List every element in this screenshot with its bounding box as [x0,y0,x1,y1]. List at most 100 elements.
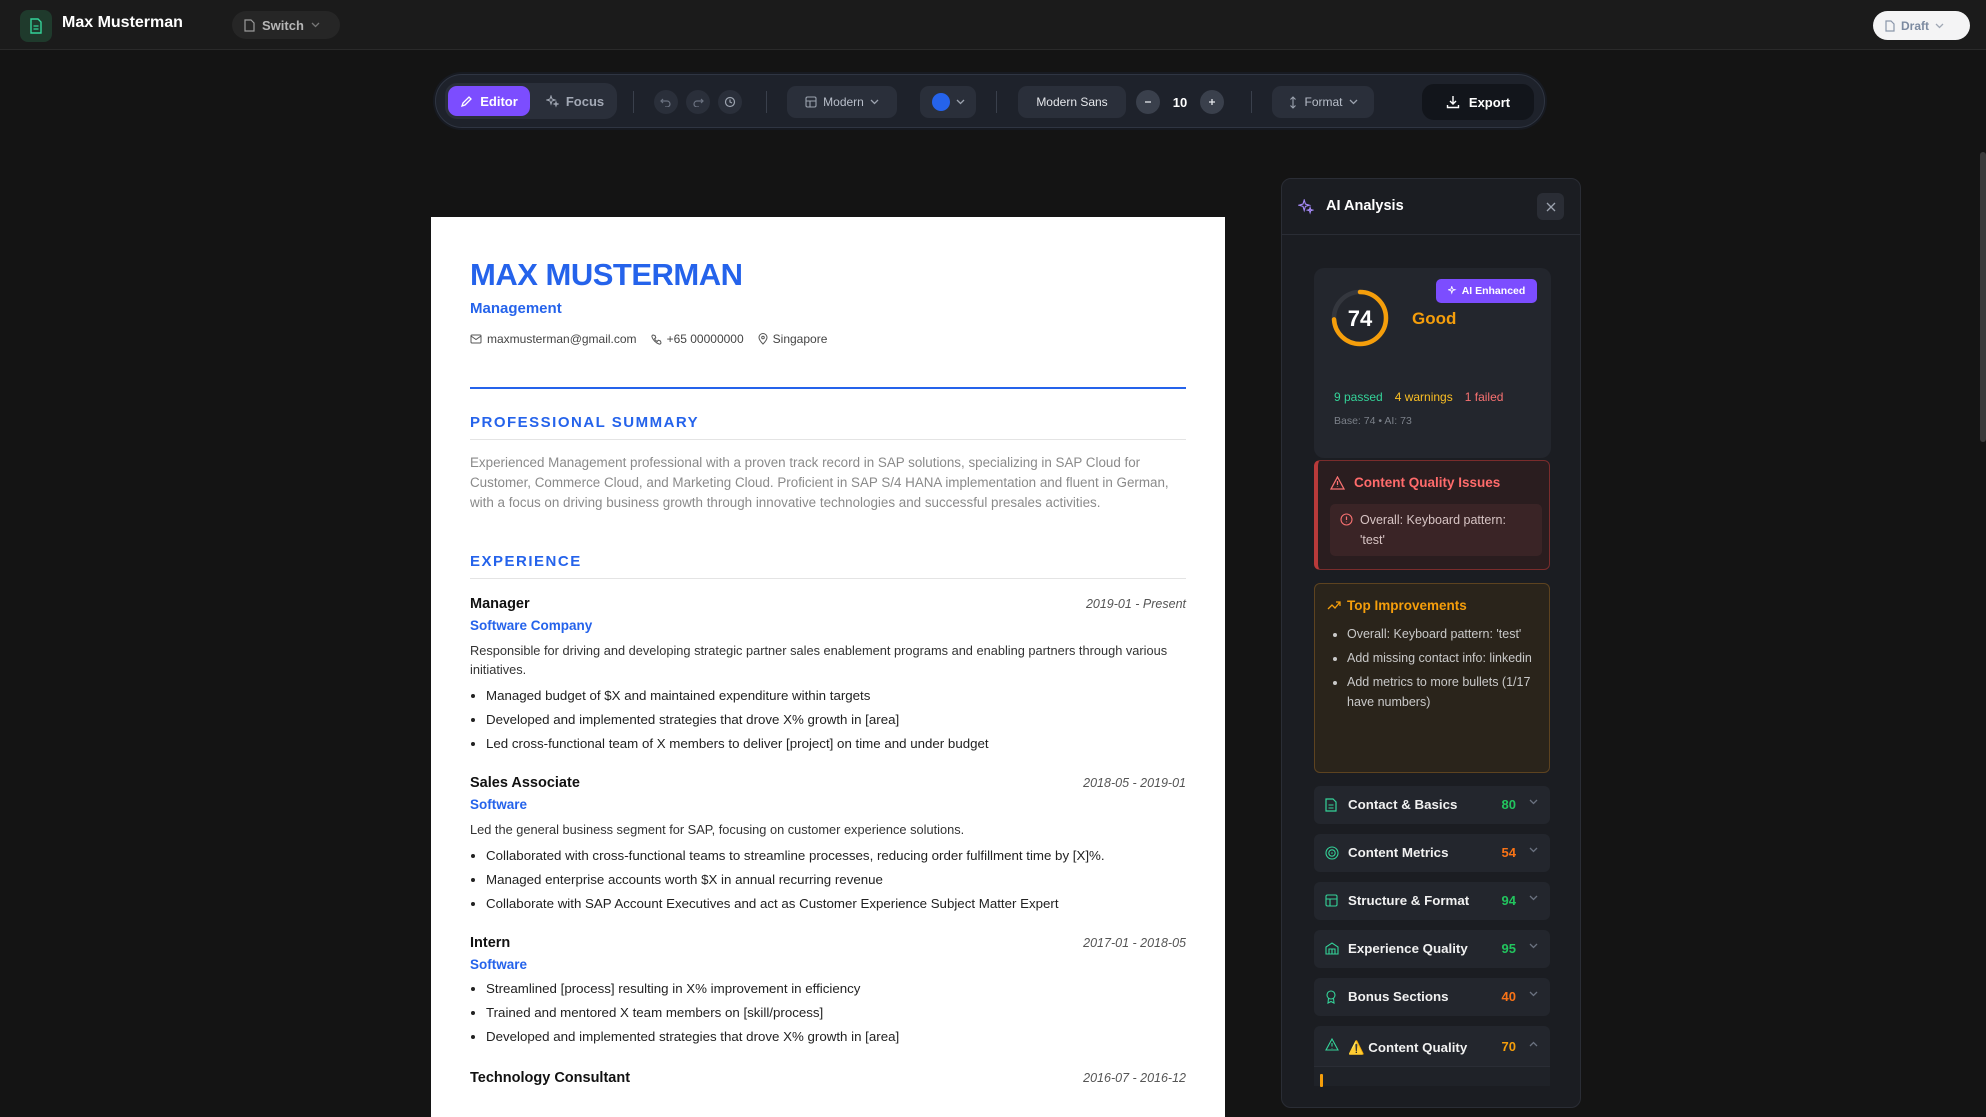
job-description: Responsible for driving and developing s… [470,643,1168,677]
chevron-down-icon [1529,991,1538,997]
mail-icon [470,334,482,344]
warning-triangle-icon [1325,1038,1339,1051]
accent-color-picker[interactable] [920,86,976,118]
summary-text[interactable]: Experienced Management professional with… [470,453,1186,513]
chevron-down-icon [870,99,879,105]
job-company: Software Company [470,618,593,633]
experience-entry[interactable]: Technology Consultant 2016-07 - 2016-12 [470,1070,1186,1086]
history-button[interactable] [718,90,742,114]
job-company: Software [470,797,528,812]
phone-text: +65 00000000 [666,332,744,346]
improvements-list: Overall: Keyboard pattern: 'test' Add mi… [1329,624,1539,716]
accent-color-swatch [931,93,950,111]
draft-status-button[interactable]: Draft [1873,11,1970,40]
resume-role[interactable]: Management [470,300,562,317]
issue-item[interactable]: Overall: Keyboard pattern: 'test' [1330,504,1542,556]
job-title: Technology Consultant [470,1070,631,1086]
job-bullet: Trained and mentored X team members on [… [486,1001,1186,1025]
ai-badge-label: AI Enhanced [1461,285,1526,297]
category-score: 40 [1501,989,1516,1004]
chevron-up-icon [1529,1041,1538,1047]
divider [766,91,767,113]
template-select[interactable]: Modern [787,86,897,118]
undo-button[interactable] [654,90,678,114]
category-label: Contact & Basics [1348,797,1458,812]
category-label: Bonus Sections [1348,989,1449,1004]
editor-toolbar: Editor Focus Modern Modern Sans 10 Forma… [435,74,1545,128]
warnings-count: 4 warnings [1394,390,1453,404]
category-score: 54 [1501,845,1516,860]
page-scrollbar[interactable] [1980,152,1986,442]
format-label: Format [1304,95,1343,109]
job-bullet: Developed and implemented strategies tha… [486,708,1186,732]
font-size-value[interactable]: 10 [1164,90,1196,114]
sparkles-icon [545,94,559,108]
font-size-increase-button[interactable] [1200,90,1224,114]
resume-title: Max Musterman [62,14,183,31]
document-icon [1325,798,1337,812]
score-card: 74 Good AI Enhanced 9 passed 4 warnings … [1314,268,1551,458]
contact-line: maxmusterman@gmail.com +65 00000000 Sing… [470,332,827,346]
issues-title: Content Quality Issues [1354,475,1501,490]
category-expanded-body [1314,1066,1550,1087]
category-score: 95 [1501,941,1516,956]
category-score: 94 [1501,893,1516,908]
switch-button[interactable]: Switch [232,11,340,39]
job-bullets: Managed budget of $X and maintained expe… [470,684,1186,756]
pencil-icon [461,95,473,107]
experience-entry[interactable]: Intern 2017-01 - 2018-05 Software Stream… [470,935,1186,1049]
job-bullets: Streamlined [process] resulting in X% im… [470,977,1186,1049]
divider [1251,91,1252,113]
job-description: Led the general business segment for SAP… [470,822,965,837]
score-rating: Good [1412,309,1457,328]
category-content-quality[interactable]: ⚠️ Content Quality 70 [1314,1026,1550,1087]
category-bonus-sections[interactable]: Bonus Sections 40 [1314,978,1550,1016]
minus-icon [1145,101,1151,103]
experience-entry[interactable]: Manager 2019-01 - Present Software Compa… [470,596,1186,756]
chevron-down-icon [1349,99,1357,105]
content-quality-issues-card: Content Quality Issues Overall: Keyboard… [1314,460,1550,570]
format-menu[interactable]: Format [1272,86,1374,118]
experience-entry[interactable]: Sales Associate 2018-05 - 2019-01 Softwa… [470,775,1186,916]
divider [633,91,634,113]
job-bullet: Streamlined [process] resulting in X% im… [486,977,1186,1001]
top-bar: Max Musterman Switch Draft [0,0,1986,50]
category-contact-basics[interactable]: Contact & Basics 80 [1314,786,1550,824]
focus-mode-button[interactable]: Focus [537,86,613,116]
category-content-metrics[interactable]: Content Metrics 54 [1314,834,1550,872]
building-icon [1325,942,1339,955]
resume-page[interactable]: MAX MUSTERMAN Management maxmusterman@gm… [431,217,1225,1117]
history-icon [724,96,736,108]
accent-marker [1320,1074,1323,1087]
trending-up-icon [1327,601,1341,610]
category-label: ⚠️ Content Quality [1348,1040,1468,1055]
editor-mode-button[interactable]: Editor [448,86,530,116]
job-bullet: Managed enterprise accounts worth $X in … [486,868,1186,892]
sparkles-icon [1298,199,1314,215]
award-icon [1326,990,1336,1004]
export-button[interactable]: Export [1422,84,1534,120]
font-family-select[interactable]: Modern Sans [1018,86,1126,118]
resume-name[interactable]: MAX MUSTERMAN [470,257,743,293]
job-dates: 2018-05 - 2019-01 [1083,776,1186,790]
contact-email[interactable]: maxmusterman@gmail.com [470,332,637,346]
contact-location[interactable]: Singapore [758,332,827,346]
job-bullet: Managed budget of $X and maintained expe… [486,684,1186,708]
target-icon [1325,846,1339,860]
top-improvements-card: Top Improvements Overall: Keyboard patte… [1314,583,1550,773]
ai-analysis-panel: AI Analysis 74 Good AI Enhanced 9 passed… [1281,178,1581,1108]
contact-phone[interactable]: +65 00000000 [650,332,744,346]
editor-mode-label: Editor [480,93,518,109]
job-title: Intern [470,935,511,951]
redo-button[interactable] [686,90,710,114]
layout-icon [1325,894,1338,907]
close-panel-button[interactable] [1537,193,1564,220]
mode-toggle: Editor Focus [445,83,617,119]
category-structure-format[interactable]: Structure & Format 94 [1314,882,1550,920]
export-label: Export [1468,94,1511,110]
focus-mode-label: Focus [565,93,605,109]
app-logo-icon[interactable] [20,10,52,42]
font-size-decrease-button[interactable] [1136,90,1160,114]
category-experience-quality[interactable]: Experience Quality 95 [1314,930,1550,968]
chevron-down-icon [311,22,320,28]
